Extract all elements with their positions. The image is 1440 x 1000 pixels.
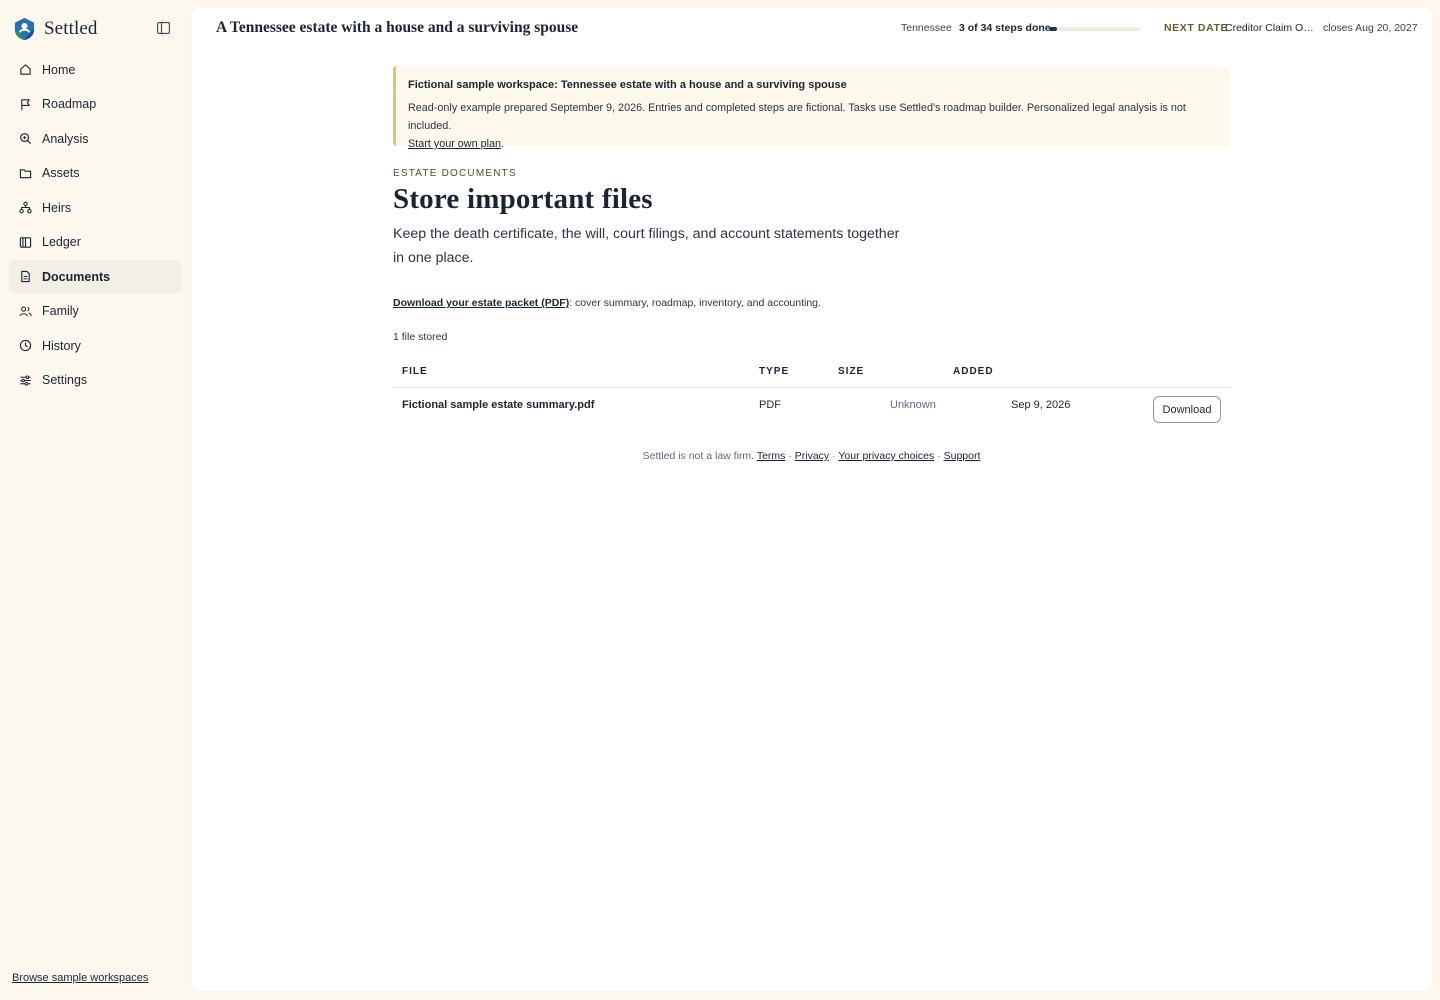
page-subtitle: Keep the death certificate, the will, co… — [393, 226, 900, 266]
documents-content: Fictional sample workspace: Tennessee es… — [393, 66, 1230, 462]
file-count: 1 file stored — [393, 331, 448, 343]
brand-name: Settled — [44, 17, 98, 39]
progress-bar-fill — [1049, 27, 1058, 31]
sidebar-item-home[interactable]: Home — [9, 53, 182, 86]
footer: Settled is not a law firm. Terms · Priva… — [393, 450, 1230, 462]
table-row: Fictional sample estate summary.pdf PDF … — [393, 388, 1230, 432]
steps-count[interactable]: 3 of 34 steps done — [959, 22, 1051, 34]
terms-link[interactable]: Terms — [757, 450, 786, 462]
sidebar-nav: Home Roadmap Analysis Assets Heirs Ledge… — [9, 53, 182, 398]
footer-separator: · — [785, 450, 795, 462]
estate-packet-description: : cover summary, roadmap, inventory, and… — [569, 297, 821, 309]
notice-link-suffix: . — [501, 138, 505, 150]
next-date-label: NEXT DATE — [1164, 22, 1229, 34]
sidebar-item-roadmap[interactable]: Roadmap — [9, 88, 182, 121]
state-label: Tennessee — [901, 22, 952, 34]
column-header-file: FILE — [402, 366, 428, 377]
footer-separator: · — [829, 450, 839, 462]
privacy-choices-link[interactable]: Your privacy choices — [838, 450, 934, 462]
start-own-plan-link[interactable]: Start your own plan — [408, 138, 501, 150]
file-added-date: Sep 9, 2026 — [1011, 399, 1071, 411]
sidebar: Settled Home Roadmap Analysis Assets Hei… — [0, 0, 192, 1000]
sidebar-item-label: Ledger — [42, 235, 81, 249]
sliders-icon — [20, 374, 31, 386]
document-icon — [21, 270, 30, 283]
column-header-added: ADDED — [953, 366, 994, 377]
sidebar-item-documents[interactable]: Documents — [9, 260, 182, 293]
folder-icon — [19, 168, 32, 178]
magnifier-icon — [20, 133, 32, 145]
sidebar-item-analysis[interactable]: Analysis — [9, 122, 182, 155]
notice-text: Read-only example prepared September 9, … — [408, 102, 1186, 132]
settled-logo-icon — [14, 17, 35, 41]
org-chart-icon — [19, 201, 32, 214]
browse-sample-workspaces-link[interactable]: Browse sample workspaces — [12, 972, 148, 984]
notice-title: Fictional sample workspace: Tennessee es… — [408, 79, 847, 91]
sidebar-item-label: History — [42, 338, 81, 353]
sidebar-item-family[interactable]: Family — [9, 295, 182, 328]
flag-icon — [21, 98, 30, 110]
brand[interactable]: Settled — [12, 16, 97, 41]
sidebar-item-label: Analysis — [42, 131, 89, 146]
page-title: Store important files — [393, 183, 653, 215]
columns-icon — [19, 236, 32, 248]
file-name[interactable]: Fictional sample estate summary.pdf — [402, 399, 594, 411]
clock-icon — [19, 339, 32, 352]
file-type: PDF — [759, 399, 781, 411]
next-date-event[interactable]: Creditor Claim Out… — [1225, 22, 1317, 34]
workspace-title: A Tennessee estate with a house and a su… — [216, 19, 579, 36]
progress-bar — [1049, 27, 1140, 31]
sidebar-item-label: Settings — [42, 373, 88, 387]
sidebar-item-label: Documents — [42, 269, 111, 284]
sidebar-item-settings[interactable]: Settings — [9, 364, 182, 397]
notice-body: Read-only example prepared September 9, … — [408, 99, 1230, 153]
footer-disclaimer: Settled is not a law firm. — [642, 450, 755, 462]
footer-separator: · — [934, 450, 944, 462]
next-date-value: closes Aug 20, 2027 — [1323, 22, 1418, 34]
home-icon — [20, 64, 31, 75]
sidebar-item-assets[interactable]: Assets — [9, 157, 182, 190]
section-eyebrow: ESTATE DOCUMENTS — [393, 168, 517, 179]
privacy-link[interactable]: Privacy — [795, 450, 829, 462]
sidebar-item-history[interactable]: History — [9, 329, 182, 362]
sidebar-item-label: Assets — [42, 166, 80, 180]
file-size: Unknown — [890, 399, 936, 411]
sidebar-item-label: Heirs — [42, 200, 72, 215]
sidebar-item-label: Roadmap — [42, 97, 97, 111]
download-button[interactable]: Download — [1153, 396, 1221, 423]
column-header-type: TYPE — [759, 366, 790, 377]
workspace-topbar: A Tennessee estate with a house and a su… — [192, 8, 1432, 48]
sidebar-collapse-icon[interactable] — [157, 22, 170, 34]
sample-workspace-notice: Fictional sample workspace: Tennessee es… — [393, 66, 1230, 150]
support-link[interactable]: Support — [944, 450, 981, 462]
estate-packet-line: Download your estate packet (PDF): cover… — [393, 297, 1230, 309]
download-estate-packet-link[interactable]: Download your estate packet (PDF) — [393, 297, 569, 309]
sidebar-item-ledger[interactable]: Ledger — [9, 226, 182, 259]
people-icon — [19, 306, 32, 316]
files-table: FILE TYPE SIZE ADDED Fictional sample es… — [393, 358, 1230, 432]
sidebar-item-label: Family — [42, 304, 79, 318]
sidebar-item-heirs[interactable]: Heirs — [9, 191, 182, 224]
column-header-size: SIZE — [838, 366, 865, 377]
table-header: FILE TYPE SIZE ADDED — [393, 358, 1230, 388]
main-panel: A Tennessee estate with a house and a su… — [192, 8, 1432, 991]
sidebar-item-label: Home — [42, 62, 76, 77]
